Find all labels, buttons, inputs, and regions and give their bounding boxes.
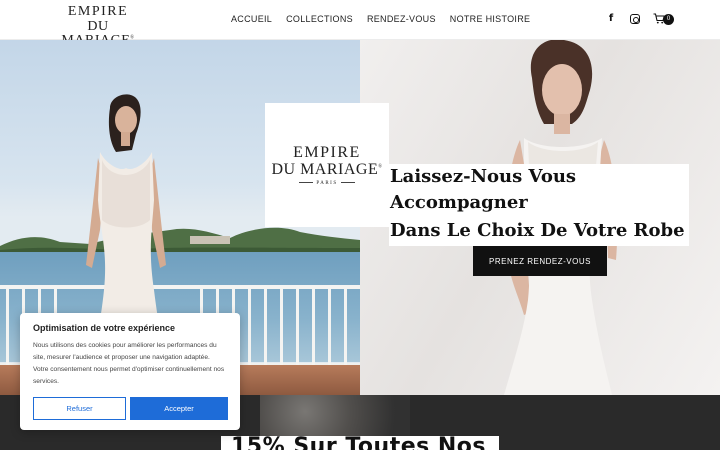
nav-item-accueil[interactable]: ACCUEIL <box>231 14 272 24</box>
nav-item-collections[interactable]: COLLECTIONS <box>286 14 353 24</box>
cookie-actions: Refuser Accepter <box>33 397 228 420</box>
nav-item-notre-histoire[interactable]: NOTRE HISTOIRE <box>450 14 531 24</box>
cart-button[interactable]: 0 <box>653 12 675 26</box>
cookie-title: Optimisation de votre expérience <box>33 323 176 333</box>
hero-logo-line-1: EMPIRE <box>293 143 361 161</box>
main-nav: ACCUEIL COLLECTIONS RENDEZ-VOUS NOTRE HI… <box>231 14 530 24</box>
refuse-cookies-button[interactable]: Refuser <box>33 397 126 420</box>
accept-cookies-button[interactable]: Accepter <box>130 397 228 420</box>
hero-logo-line-3: PARIS <box>296 181 357 186</box>
page: EMPIRE DU MARIAGE® PARIS ACCUEIL COLLECT… <box>0 0 720 450</box>
nav-item-rendez-vous[interactable]: RENDEZ-VOUS <box>367 14 436 24</box>
hero-logo-line-2-text: DU MARIAGE <box>271 160 379 178</box>
cookie-consent-dialog: Optimisation de votre expérience Nous ut… <box>20 313 240 430</box>
hero-headline-line-1: Laissez-Nous Vous Accompagner <box>389 164 689 218</box>
hero-logo-line-2: DU MARIAGE® <box>271 160 383 178</box>
site-header: EMPIRE DU MARIAGE® PARIS ACCUEIL COLLECT… <box>0 0 720 54</box>
hero-headline-line-2: Dans Le Choix De Votre Robe <box>389 218 689 246</box>
hero-headline: Laissez-Nous Vous Accompagner Dans Le Ch… <box>389 164 689 246</box>
cookie-body: Nous utilisons des cookies pour améliore… <box>33 342 225 385</box>
logo-line-1: EMPIRE <box>67 4 129 19</box>
instagram-icon[interactable] <box>630 14 640 24</box>
header-icons: f 0 <box>604 12 675 26</box>
hero-logo: EMPIRE DU MARIAGE® PARIS <box>265 103 389 227</box>
facebook-icon[interactable]: f <box>604 12 618 26</box>
promo-text: 15% Sur Toutes Nos <box>231 436 487 450</box>
promo-banner: 15% Sur Toutes Nos <box>221 436 499 450</box>
hero-logo-registered-mark: ® <box>378 164 383 170</box>
cart-count-badge: 0 <box>663 14 674 25</box>
book-appointment-button[interactable]: PRENEZ RENDEZ-VOUS <box>473 246 607 276</box>
